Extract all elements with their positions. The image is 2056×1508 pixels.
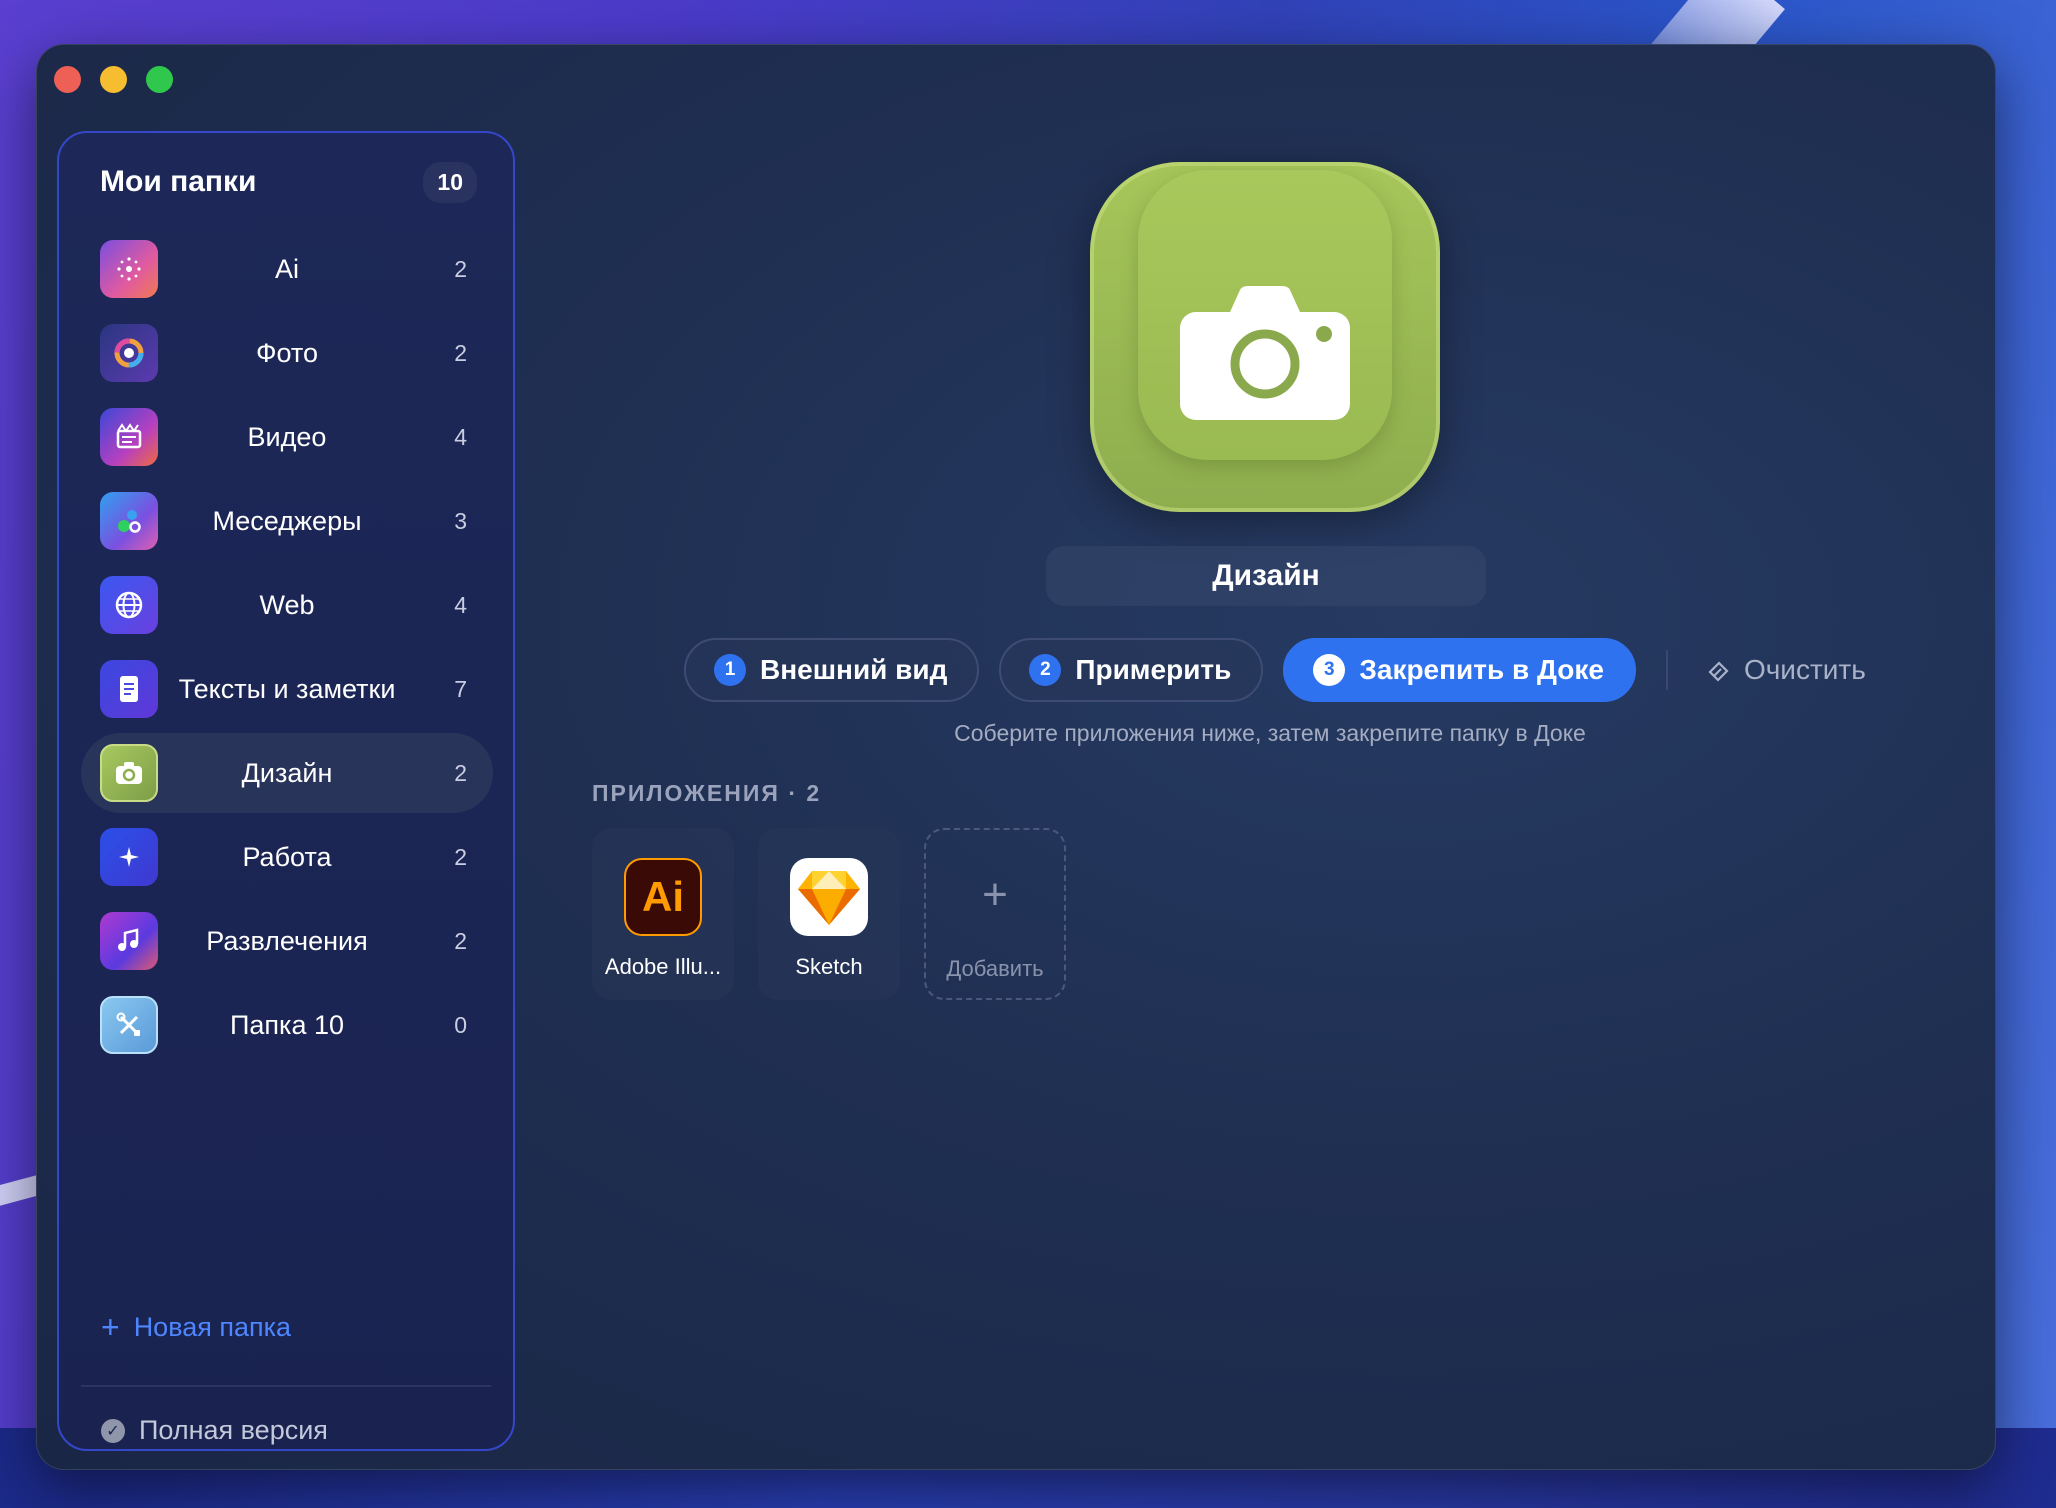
hint-text: Соберите приложения ниже, затем закрепит…	[516, 720, 1996, 747]
folder-label: Видео	[247, 421, 327, 452]
app-label: Adobe Illu...	[604, 954, 722, 979]
step-number: 3	[1313, 654, 1346, 686]
plus-icon: +	[982, 870, 1008, 919]
folder-label: Фото	[255, 337, 319, 368]
folder-item-entertainment[interactable]: Развлечения 2	[81, 901, 493, 981]
folder-name-field[interactable]: Дизайн	[1046, 546, 1486, 606]
add-app-button[interactable]: + Добавить	[924, 828, 1066, 1000]
folder-label: Ai	[274, 253, 299, 284]
new-folder-label: Новая папка	[133, 1311, 292, 1342]
document-icon	[100, 660, 158, 718]
folder-label: Тексты и заметки	[178, 673, 396, 704]
sidebar-header: Мои папки 10	[100, 157, 477, 207]
folder-count-badge: 10	[423, 161, 477, 203]
folder-item-design[interactable]: Дизайн 2	[81, 733, 493, 813]
folder-label: Работа	[242, 841, 332, 872]
clear-button[interactable]: Очистить	[1706, 654, 1866, 686]
folder-label: Папка 10	[230, 1009, 344, 1040]
folder-item-texts[interactable]: Тексты и заметки 7	[81, 649, 493, 729]
zoom-button[interactable]	[146, 66, 173, 93]
folder-count: 2	[454, 843, 467, 870]
folder-item-folder-10[interactable]: Папка 10 0	[81, 985, 493, 1065]
new-folder-button[interactable]: + Новая папка	[101, 1311, 291, 1343]
divider	[1665, 650, 1668, 690]
tools-icon	[100, 996, 158, 1054]
folder-item-video[interactable]: Видео 4	[81, 397, 493, 477]
full-version-button[interactable]: ✓ Полная версия	[101, 1415, 328, 1446]
folder-count: 4	[454, 423, 467, 450]
step-label: Примерить	[1075, 654, 1232, 685]
video-icon	[100, 408, 158, 466]
globe-icon	[100, 576, 158, 634]
step-label: Внешний вид	[760, 654, 948, 685]
folder-count: 0	[454, 1011, 467, 1038]
folder-label: Дизайн	[241, 757, 333, 788]
folder-preview-icon	[1090, 162, 1440, 512]
folder-count: 2	[454, 255, 467, 282]
folder-list: Ai 2 Фото 2 Видео 4 Меседжеры 3 Web 4 Те…	[81, 229, 493, 1069]
folder-label: Меседжеры	[212, 505, 362, 536]
step-appearance[interactable]: 1 Внешний вид	[684, 638, 980, 702]
folder-item-ai[interactable]: Ai 2	[81, 229, 493, 309]
window-controls	[54, 66, 173, 93]
close-button[interactable]	[54, 66, 81, 93]
folder-item-web[interactable]: Web 4	[81, 565, 493, 645]
folder-count: 4	[454, 591, 467, 618]
app-tile-sketch[interactable]: Sketch	[758, 828, 900, 1000]
folder-label: Развлечения	[206, 925, 368, 956]
sidebar-title: Мои папки	[100, 165, 257, 198]
folder-count: 2	[454, 339, 467, 366]
adobe-illustrator-icon: Ai	[624, 858, 702, 936]
app-label: Sketch	[795, 954, 863, 979]
app-window: Мои папки 10 Ai 2 Фото 2 Видео 4 Меседже…	[36, 44, 1996, 1470]
full-version-label: Полная версия	[139, 1415, 328, 1445]
folder-count: 2	[454, 759, 467, 786]
folder-item-photo[interactable]: Фото 2	[81, 313, 493, 393]
camera-icon	[100, 744, 158, 802]
step-try-on[interactable]: 2 Примерить	[999, 638, 1264, 702]
plus-icon: +	[101, 1309, 120, 1345]
messenger-icon	[100, 492, 158, 550]
apps-grid: Ai Adobe Illu... Sketch + Добавить	[592, 828, 1066, 1000]
folder-count: 7	[454, 675, 467, 702]
step-number: 2	[1029, 654, 1062, 686]
folder-item-work[interactable]: Работа 2	[81, 817, 493, 897]
step-label: Закрепить в Доке	[1359, 654, 1604, 685]
sparkle-icon	[100, 240, 158, 298]
camera-icon	[1180, 286, 1350, 420]
eraser-icon	[1708, 661, 1729, 682]
verified-badge-icon: ✓	[101, 1418, 125, 1443]
add-label: Добавить	[946, 956, 1044, 981]
minimize-button[interactable]	[100, 66, 127, 93]
clear-label: Очистить	[1743, 654, 1866, 685]
app-tile-adobe-illustrator[interactable]: Ai Adobe Illu...	[592, 828, 734, 1000]
folder-count: 3	[454, 507, 467, 534]
divider	[81, 1385, 491, 1387]
sidebar: Мои папки 10 Ai 2 Фото 2 Видео 4 Меседже…	[57, 131, 515, 1451]
apps-section-title: ПРИЛОЖЕНИЯ · 2	[592, 780, 822, 806]
folder-label: Web	[259, 589, 315, 620]
step-tabs: 1 Внешний вид 2 Примерить 3 Закрепить в …	[684, 638, 1866, 702]
sparkle-icon	[100, 828, 158, 886]
folder-item-messengers[interactable]: Меседжеры 3	[81, 481, 493, 561]
main-panel: Дизайн 1 Внешний вид 2 Примерить 3 Закре…	[516, 44, 1996, 1470]
photo-icon	[100, 324, 158, 382]
hint-label: Соберите приложения ниже, затем закрепит…	[954, 720, 1586, 746]
sketch-icon	[790, 858, 868, 936]
step-pin-to-dock[interactable]: 3 Закрепить в Доке	[1283, 638, 1636, 702]
step-number: 1	[714, 654, 746, 686]
music-icon	[100, 912, 158, 970]
folder-count: 2	[454, 927, 467, 954]
